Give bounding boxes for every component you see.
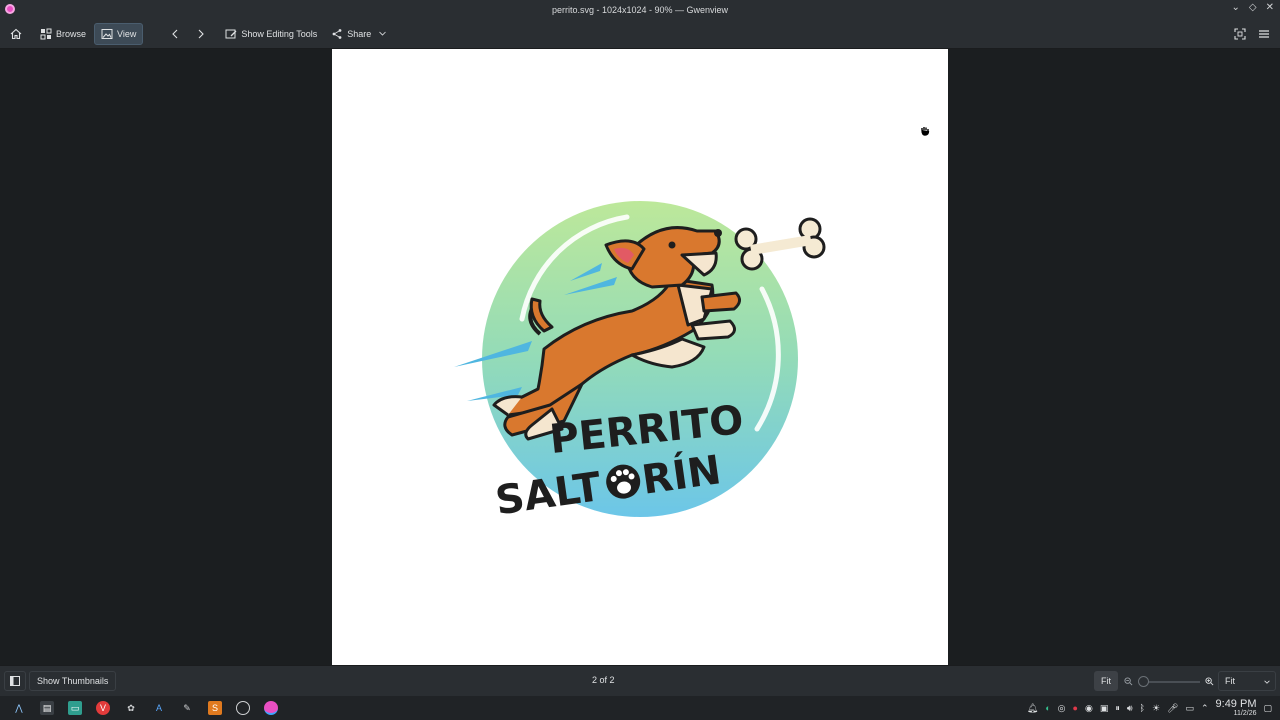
sync-icon[interactable]: ◐ (1045, 703, 1050, 713)
previous-button[interactable] (163, 23, 187, 45)
chevron-left-icon (172, 29, 178, 38)
obs-icon[interactable]: ◎ (1058, 703, 1066, 714)
next-button[interactable] (189, 23, 213, 45)
show-desktop-icon[interactable]: ▢ (1263, 703, 1272, 714)
share-label: Share (347, 28, 372, 39)
volume-icon[interactable]: 🔊︎ (1127, 703, 1133, 714)
sidebar-icon (10, 676, 20, 686)
show-thumbnails-button[interactable]: Show Thumbnails (29, 671, 117, 691)
system-tray: 🔔︎ ◐ ◎ ● ◉ ▣ ⏸︎ 🔊︎ ᛒ ☀︎ 🎤︎ ▭ ⌃ 9:49 PM 1… (1027, 696, 1280, 720)
clipboard-icon[interactable]: ▣ (1100, 703, 1109, 714)
media-pause-icon[interactable]: ⏸︎ (1115, 703, 1120, 714)
text-editor-icon[interactable]: A (152, 701, 166, 715)
steam-icon[interactable] (236, 701, 250, 715)
notifications-icon[interactable]: 🔔︎ (1027, 703, 1038, 714)
status-bar: Show Thumbnails 2 of 2 Fit Fit (0, 665, 1280, 696)
zoom-slider-handle[interactable] (1138, 676, 1149, 687)
zoom-slider-track[interactable] (1140, 681, 1200, 683)
zoom-in-icon[interactable] (1205, 677, 1214, 686)
image-view-canvas[interactable]: PERRITO SALT RÍN (0, 49, 1280, 665)
view-label: View (117, 28, 137, 39)
task-switcher-icon[interactable]: ▤ (40, 701, 54, 715)
view-button[interactable]: View (94, 22, 144, 45)
fullscreen-button[interactable] (1228, 23, 1252, 45)
keep-above-icon[interactable]: ◇ (1249, 2, 1257, 13)
brightness-icon[interactable]: ☀︎ (1152, 703, 1160, 714)
system-taskbar: ⋀ ▤ ▭ V ✿ A ✎ S 🔔︎ ◐ ◎ ● ◉ ▣ ⏸︎ 🔊︎ ᛒ ☀︎ … (0, 696, 1280, 720)
terminal-icon[interactable]: ✎ (180, 701, 194, 715)
show-editing-tools-button[interactable]: Show Editing Tools (219, 23, 323, 45)
window-title: perrito.svg - 1024x1024 - 90% — Gwenview (551, 4, 729, 15)
show-thumbnails-label: Show Thumbnails (37, 676, 109, 686)
window-controls: ⌄ ◇ ✕ (1232, 2, 1274, 13)
sublime-text-icon[interactable]: S (208, 701, 222, 715)
hamburger-icon (1259, 29, 1269, 38)
vivaldi-browser-icon[interactable]: V (96, 701, 110, 715)
zoom-fit-button[interactable]: Fit (1094, 671, 1118, 691)
display-icon[interactable]: ▭ (1185, 703, 1194, 714)
chevron-down-icon (1264, 680, 1270, 684)
edit-image-icon (225, 29, 237, 38)
app-launcher-icon[interactable]: ⋀ (12, 701, 26, 715)
image-position: 2 of 2 (592, 675, 615, 685)
image-icon (101, 28, 113, 39)
browse-label: Browse (56, 28, 87, 39)
clock[interactable]: 9:49 PM 11/2/26 (1215, 698, 1257, 718)
clock-date: 11/2/26 (1233, 710, 1257, 717)
clock-time: 9:49 PM (1215, 698, 1257, 710)
gwenview-app-icon[interactable] (5, 4, 15, 14)
perrito-logo: PERRITO SALT RÍN (454, 201, 826, 524)
zoom-out-icon[interactable] (1124, 677, 1133, 686)
menu-button[interactable] (1252, 23, 1276, 45)
browse-button[interactable]: Browse (34, 23, 92, 45)
share-button[interactable]: Share (325, 23, 393, 45)
gwenview-task-icon[interactable] (264, 701, 278, 715)
minimize-icon[interactable]: ⌄ (1232, 2, 1240, 13)
chevron-down-icon (379, 31, 387, 36)
tray-expand-icon[interactable]: ⌃ (1201, 703, 1209, 714)
sidebar-toggle-button[interactable] (4, 671, 26, 691)
fullscreen-icon (1234, 27, 1246, 40)
vpn-icon[interactable]: ◉ (1085, 703, 1093, 714)
home-button[interactable] (4, 23, 28, 45)
close-icon[interactable]: ✕ (1266, 2, 1274, 13)
main-toolbar: Browse View Show Editing Tools Share (0, 19, 1280, 49)
window-titlebar: perrito.svg - 1024x1024 - 90% — Gwenview… (0, 0, 1280, 19)
image-display[interactable]: PERRITO SALT RÍN (332, 49, 948, 665)
bluetooth-icon[interactable]: ᛒ (1140, 703, 1145, 713)
microphone-icon[interactable]: 🎤︎ (1167, 703, 1178, 714)
bone-icon (734, 217, 826, 271)
zoom-fit-label: Fit (1101, 676, 1111, 686)
grid-icon (40, 28, 52, 39)
record-icon[interactable]: ● (1073, 703, 1078, 713)
logo-text-line2-start: SALT (493, 464, 605, 524)
share-icon (332, 28, 342, 39)
settings-app-icon[interactable]: ✿ (124, 701, 138, 715)
home-icon (10, 28, 22, 39)
zoom-select-value: Fit (1225, 676, 1235, 686)
file-manager-icon[interactable]: ▭ (68, 701, 82, 715)
hand-cursor-icon (921, 127, 930, 136)
zoom-select[interactable]: Fit (1218, 671, 1276, 691)
chevron-right-icon (198, 29, 205, 38)
editing-label: Show Editing Tools (241, 28, 318, 39)
